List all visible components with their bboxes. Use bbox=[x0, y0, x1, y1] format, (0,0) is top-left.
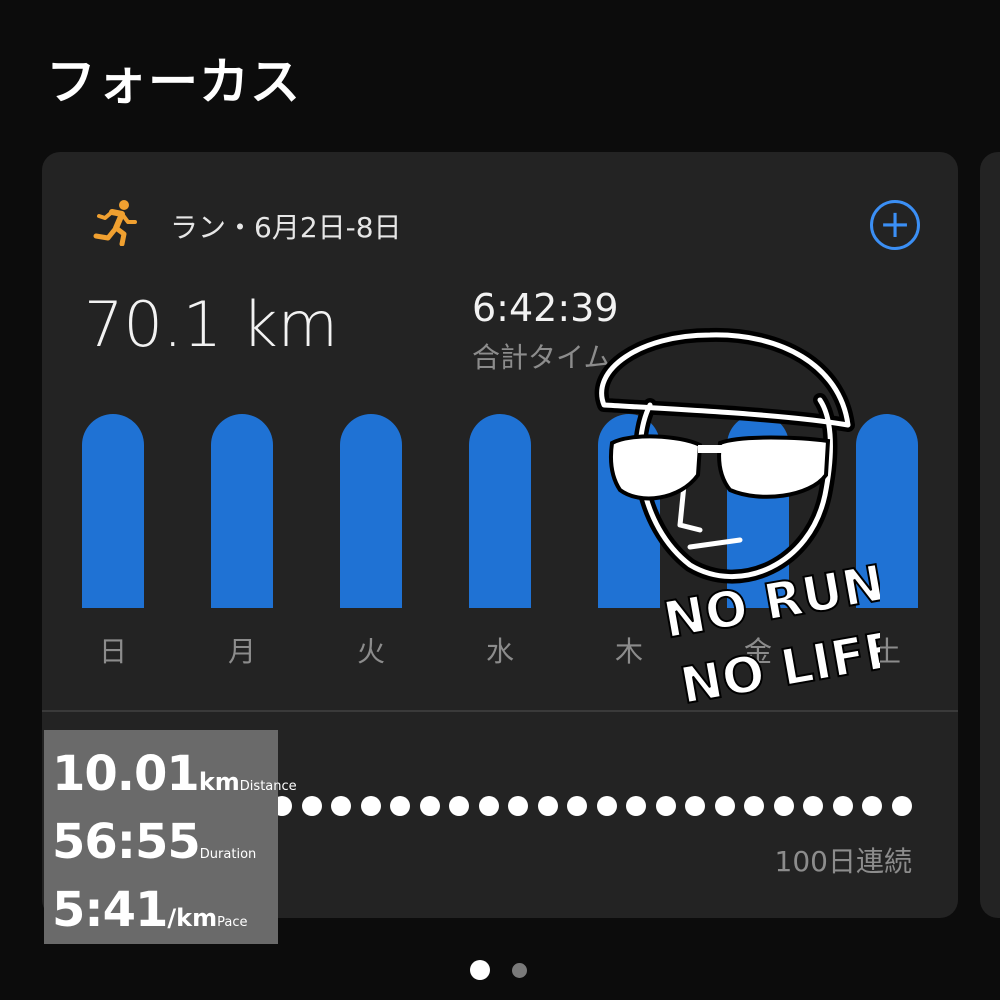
day-bar[interactable] bbox=[469, 414, 531, 608]
streak-dot bbox=[744, 796, 764, 816]
overlay-pace-label: Pace bbox=[217, 915, 248, 930]
plus-circle-icon: + bbox=[879, 202, 911, 246]
streak-dot bbox=[419, 796, 440, 816]
day-label: 日 bbox=[98, 635, 127, 668]
streak-dot bbox=[862, 796, 882, 816]
overlay-pace: 5:41/kmPace bbox=[52, 882, 248, 938]
day-bar[interactable] bbox=[340, 414, 402, 608]
streak-dot bbox=[508, 796, 528, 816]
streak-dot bbox=[626, 796, 646, 816]
running-person-icon bbox=[93, 200, 137, 246]
activity-stats-overlay: 10.01kmDistance 56:55Duration 5:41/kmPac… bbox=[44, 730, 297, 944]
streak-dot bbox=[567, 796, 587, 816]
next-card-peek[interactable] bbox=[980, 152, 1000, 918]
streak-label: 100日連続 bbox=[774, 845, 912, 878]
streak-dot bbox=[478, 796, 499, 816]
streak-dot bbox=[360, 796, 381, 816]
overlay-pace-unit: /km bbox=[167, 904, 218, 932]
add-button[interactable]: + bbox=[870, 200, 920, 250]
total-distance: 70.1 km bbox=[84, 288, 339, 361]
page-title: フォーカス bbox=[46, 53, 301, 111]
streak-dot bbox=[301, 796, 322, 816]
overlay-distance: 10.01kmDistance bbox=[52, 746, 297, 802]
streak-dot bbox=[685, 796, 705, 816]
streak-dot bbox=[803, 796, 823, 816]
day-label: 火 bbox=[356, 635, 385, 668]
page-dot[interactable] bbox=[512, 963, 527, 978]
day-label: 月 bbox=[227, 635, 256, 668]
streak-dots bbox=[272, 796, 912, 820]
day-label: 水 bbox=[485, 635, 514, 668]
streak-dot bbox=[331, 796, 351, 816]
card-header: ラン・6月2日-8日 + bbox=[90, 196, 920, 250]
page-dot[interactable] bbox=[470, 960, 490, 980]
streak-dot bbox=[832, 796, 853, 816]
day-bar[interactable] bbox=[211, 414, 273, 608]
overlay-duration: 56:55Duration bbox=[52, 814, 256, 870]
streak-dot bbox=[891, 796, 912, 816]
no-run-no-life-sticker: NO RUN NO LIFE bbox=[594, 327, 880, 716]
streak-dot bbox=[773, 796, 794, 816]
streak-dot bbox=[390, 796, 410, 816]
streak-dot bbox=[596, 796, 617, 816]
total-time: 6:42:39 bbox=[472, 286, 619, 330]
streak-dot bbox=[655, 796, 676, 816]
day-bar[interactable] bbox=[82, 414, 144, 608]
overlay-distance-label: Distance bbox=[239, 779, 297, 794]
streak-dot bbox=[714, 796, 735, 816]
page-indicator[interactable] bbox=[470, 960, 540, 984]
overlay-duration-value: 56:55 bbox=[52, 814, 201, 870]
streak-dot bbox=[537, 796, 558, 816]
overlay-duration-label: Duration bbox=[199, 847, 257, 862]
streak-dot bbox=[449, 796, 469, 816]
overlay-distance-unit: km bbox=[198, 768, 240, 796]
activity-week-label: ラン・6月2日-8日 bbox=[170, 211, 402, 244]
overlay-pace-value: 5:41 bbox=[52, 882, 168, 938]
overlay-distance-value: 10.01 bbox=[52, 746, 200, 802]
